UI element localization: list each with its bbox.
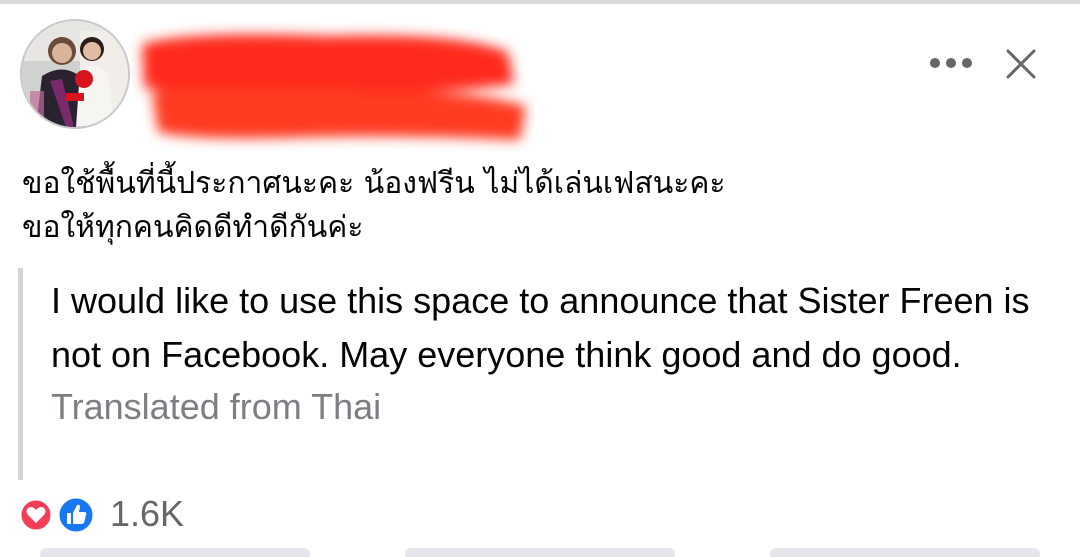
top-divider xyxy=(0,0,1080,4)
translated-from-label[interactable]: Translated from Thai xyxy=(51,382,1068,432)
translation-block: I would like to use this space to announ… xyxy=(18,268,1068,480)
author-avatar[interactable] xyxy=(20,19,130,129)
action-button-stub[interactable] xyxy=(40,548,310,557)
post-body-line: ขอให้ทุกคนคิดดีทำดีกันค่ะ xyxy=(22,210,364,245)
facebook-post: ขอใช้พื้นที่นี้ประกาศนะคะ น้องฟรีน ไม่ได… xyxy=(0,0,1080,557)
action-button-stub[interactable] xyxy=(405,548,675,557)
reactions-summary[interactable]: 1.6K xyxy=(18,492,184,536)
redacted-author-name xyxy=(142,34,526,140)
close-post-button[interactable] xyxy=(1000,43,1042,85)
close-icon xyxy=(1006,49,1036,79)
reaction-icons xyxy=(18,492,104,536)
reaction-count: 1.6K xyxy=(110,493,185,534)
more-horizontal-icon xyxy=(930,58,972,68)
action-button-stub[interactable] xyxy=(770,548,1040,557)
post-body: ขอใช้พื้นที่นี้ประกาศนะคะ น้องฟรีน ไม่ได… xyxy=(22,162,1052,250)
like-reaction-icon xyxy=(56,495,96,535)
post-body-line: ขอใช้พื้นที่นี้ประกาศนะคะ น้องฟรีน ไม่ได… xyxy=(22,166,726,201)
translated-text: I would like to use this space to announ… xyxy=(51,280,1030,375)
more-options-button[interactable] xyxy=(925,47,977,79)
love-reaction-icon xyxy=(18,497,54,533)
avatar-photo xyxy=(22,21,128,127)
